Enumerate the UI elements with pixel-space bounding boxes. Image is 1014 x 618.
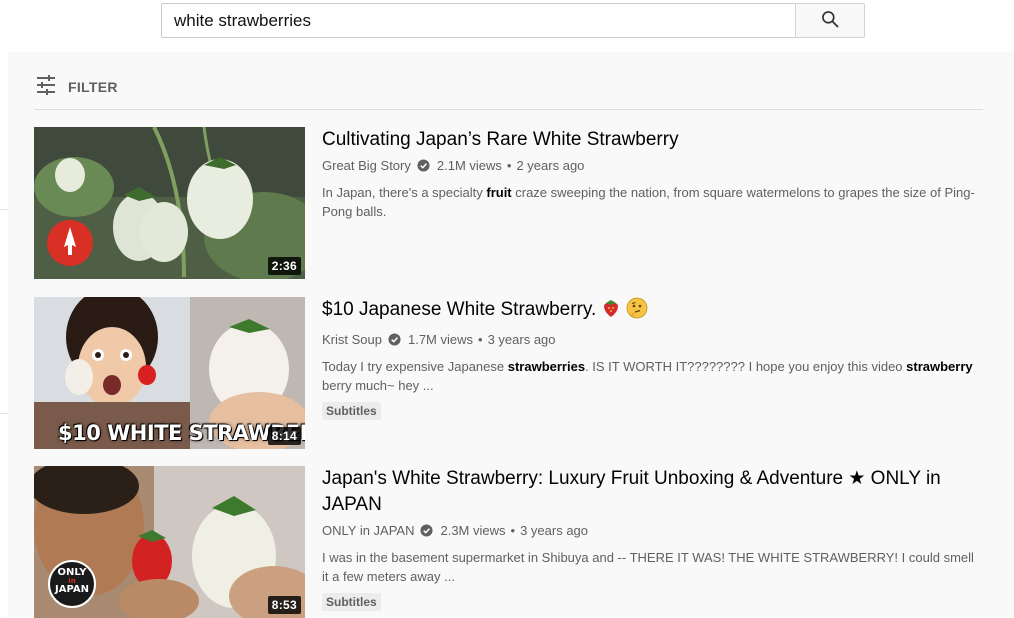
sidebar-divider — [0, 413, 8, 414]
desc-text: . IS IT WORTH IT???????? I hope you enjo… — [585, 359, 907, 374]
video-info: Japan's White Strawberry: Luxury Fruit U… — [322, 466, 983, 618]
video-result[interactable]: 2:36 Cultivating Japan’s Rare White Stra… — [34, 127, 983, 279]
strawberry-emoji-icon — [600, 297, 622, 327]
video-description: I was in the basement supermarket in Shi… — [322, 548, 983, 586]
video-result[interactable]: ONLY in JAPAN 8:53 Japan's White Strawbe… — [34, 466, 983, 618]
channel-name[interactable]: Krist Soup — [322, 332, 382, 347]
video-description: In Japan, there's a specialty fruit craz… — [322, 183, 983, 221]
video-meta: ONLY in JAPAN 2.3M views • 3 years ago — [322, 521, 983, 539]
video-thumbnail[interactable]: $10 WHITE STRAWBERRY? 8:14 — [34, 297, 305, 449]
video-title[interactable]: Japan's White Strawberry: Luxury Fruit U… — [322, 466, 942, 518]
filter-label: FILTER — [68, 79, 118, 95]
desc-text: I was in the basement supermarket in Shi… — [322, 550, 974, 584]
video-title[interactable]: Cultivating Japan’s Rare White Strawberr… — [322, 127, 983, 153]
search-input[interactable] — [161, 3, 795, 38]
view-count: 2.3M views — [440, 522, 506, 538]
desc-text: Today I try expensive Japanese — [322, 359, 508, 374]
video-result[interactable]: $10 WHITE STRAWBERRY? 8:14 $10 Japanese … — [34, 297, 983, 449]
channel-name[interactable]: ONLY in JAPAN — [322, 523, 414, 538]
search-icon — [820, 9, 840, 32]
thumbnail-image — [34, 466, 305, 618]
meta-separator: • — [510, 522, 516, 538]
upload-age: 2 years ago — [516, 157, 585, 173]
desc-text: In Japan, there's a specialty — [322, 185, 487, 200]
view-count: 1.7M views — [407, 331, 474, 347]
video-duration: 8:53 — [267, 596, 301, 614]
meta-separator: • — [506, 157, 512, 173]
verified-icon — [420, 523, 434, 537]
only-in-japan-logo: ONLY in JAPAN — [49, 568, 95, 595]
meta-separator: • — [478, 331, 483, 347]
video-duration: 8:14 — [267, 427, 301, 445]
verified-icon — [388, 332, 401, 346]
search-bar — [161, 3, 865, 38]
video-title[interactable]: $10 Japanese White Strawberry. — [322, 297, 983, 327]
desc-highlight: fruit — [486, 185, 512, 200]
video-thumbnail[interactable]: 2:36 — [34, 127, 305, 279]
video-info: Cultivating Japan’s Rare White Strawberr… — [322, 127, 983, 279]
search-button[interactable] — [795, 3, 865, 38]
tune-sliders-icon — [34, 73, 58, 102]
thumbnail-image — [34, 127, 305, 279]
filter-row: FILTER — [34, 72, 983, 110]
search-results: FILTER 2:36 Cultivating Japan’s Rare Whi… — [8, 52, 1014, 618]
desc-highlight: strawberries — [507, 359, 586, 374]
thinking-face-emoji-icon — [626, 297, 648, 327]
subtitles-badge: Subtitles — [322, 402, 381, 420]
upload-age: 3 years ago — [520, 522, 589, 538]
video-description: Today I try expensive Japanese strawberr… — [322, 357, 983, 395]
sidebar-divider — [0, 209, 8, 210]
video-info: $10 Japanese White Strawberry. Krist Sou… — [322, 297, 983, 449]
subtitles-badge: Subtitles — [322, 593, 381, 611]
channel-name[interactable]: Great Big Story — [322, 158, 411, 173]
video-duration: 2:36 — [267, 257, 301, 275]
logo-line: JAPAN — [55, 584, 89, 595]
upload-age: 3 years ago — [487, 331, 556, 347]
video-meta: Krist Soup 1.7M views • 3 years ago — [322, 330, 983, 348]
verified-icon — [417, 158, 430, 172]
filter-button[interactable]: FILTER — [34, 72, 118, 102]
video-meta: Great Big Story 2.1M views • 2 years ago — [322, 156, 983, 174]
desc-highlight: strawberry — [906, 359, 973, 374]
video-thumbnail[interactable]: ONLY in JAPAN 8:53 — [34, 466, 305, 618]
desc-text: berry much~ hey ... — [322, 378, 434, 393]
view-count: 2.1M views — [436, 157, 502, 173]
video-title-text: $10 Japanese White Strawberry. — [322, 299, 597, 320]
